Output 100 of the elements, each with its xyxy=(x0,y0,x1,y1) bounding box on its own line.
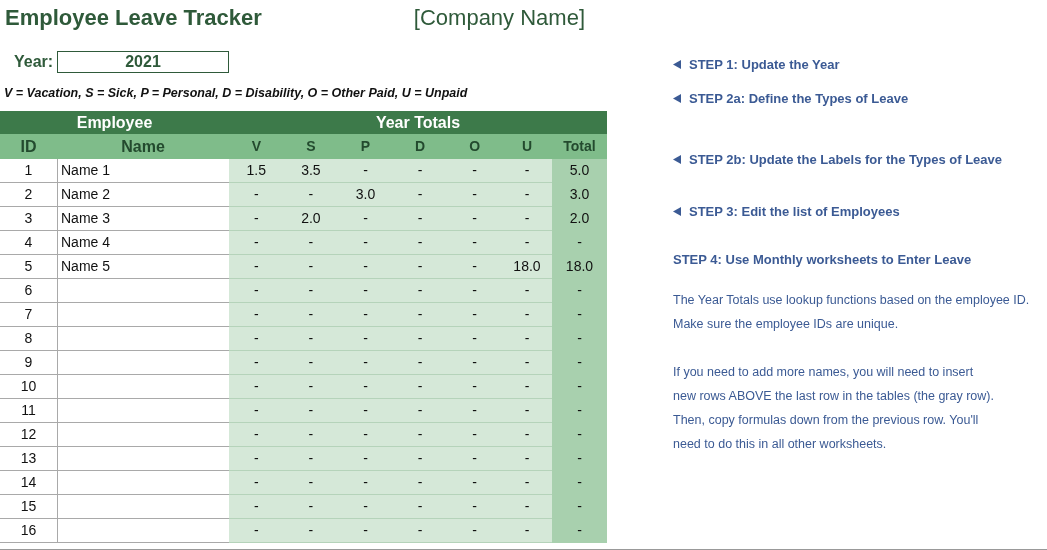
sheet-title: Employee Leave Tracker xyxy=(5,5,262,31)
table-cell: 2.0 xyxy=(283,207,339,231)
table-cell: - xyxy=(229,255,284,279)
table-cell: - xyxy=(283,399,339,423)
table-cell: 7 xyxy=(0,303,57,327)
table-cell: 9 xyxy=(0,351,57,375)
year-field[interactable]: 2021 xyxy=(57,51,229,73)
column-header: Total xyxy=(562,137,597,156)
table-cell: - xyxy=(229,351,284,375)
table-cell: - xyxy=(392,399,448,423)
table-cell: 2 xyxy=(0,183,57,207)
table-cell: 18.0 xyxy=(501,255,552,279)
table-cell: - xyxy=(447,279,502,303)
table-cell: - xyxy=(551,447,607,471)
table-cell: - xyxy=(447,375,502,399)
table-cell: - xyxy=(229,375,284,399)
table-cell: - xyxy=(229,471,284,495)
table-cell: 3.0 xyxy=(551,183,607,207)
table-cell: 6 xyxy=(0,279,57,303)
column-header: ID xyxy=(19,137,38,157)
step-instruction: STEP 2a: Define the Types of Leave xyxy=(689,90,909,106)
leave-legend: V = Vacation, S = Sick, P = Personal, D = Disability, O = Other Paid, U = Unpaid xyxy=(4,86,607,104)
table-cell: - xyxy=(551,495,607,519)
table-cell: - xyxy=(392,423,448,447)
table-cell: - xyxy=(283,447,339,471)
table-cell: - xyxy=(447,423,502,447)
table-cell: - xyxy=(447,159,502,183)
table-cell: - xyxy=(338,447,393,471)
table-cell: - xyxy=(338,255,393,279)
table-cell: - xyxy=(501,303,552,327)
table-cell: - xyxy=(338,327,393,351)
column-header: O xyxy=(468,137,482,156)
table-cell: - xyxy=(229,231,284,255)
table-cell: - xyxy=(283,183,339,207)
table-cell: - xyxy=(447,399,502,423)
note-text: new rows ABOVE the last row in the tables (the gray row). xyxy=(673,388,995,405)
group-header: Employee xyxy=(75,113,154,133)
table-cell: - xyxy=(229,399,284,423)
table-cell: 3 xyxy=(0,207,57,231)
table-cell: - xyxy=(551,399,607,423)
table-cell: 5 xyxy=(0,255,57,279)
table-cell: - xyxy=(283,279,339,303)
column-header: S xyxy=(305,137,317,156)
table-cell: - xyxy=(551,231,607,255)
table-cell: - xyxy=(501,447,552,471)
table-cell: - xyxy=(392,351,448,375)
table-cell: - xyxy=(501,207,552,231)
table-cell: 10 xyxy=(0,375,57,399)
table-cell: - xyxy=(447,471,502,495)
table-cell: - xyxy=(392,279,448,303)
table-cell: - xyxy=(229,279,284,303)
table-cell: - xyxy=(551,423,607,447)
table-cell: - xyxy=(501,231,552,255)
table-cell: - xyxy=(229,495,284,519)
year-label: Year: xyxy=(14,53,55,71)
table-cell: - xyxy=(501,495,552,519)
table-cell: - xyxy=(447,231,502,255)
table-cell: - xyxy=(447,327,502,351)
table-cell: 12 xyxy=(0,423,57,447)
table-cell: 5.0 xyxy=(551,159,607,183)
table-cell: - xyxy=(283,423,339,447)
table-cell: - xyxy=(229,183,284,207)
table-cell: - xyxy=(338,207,393,231)
table-cell: - xyxy=(338,423,393,447)
table-cell: - xyxy=(229,519,284,543)
table-cell: - xyxy=(283,231,339,255)
column-header: U xyxy=(520,137,534,156)
table-cell: - xyxy=(392,303,448,327)
table-cell: - xyxy=(229,423,284,447)
table-cell: - xyxy=(551,351,607,375)
table-cell: - xyxy=(447,495,502,519)
column-header: V xyxy=(250,137,262,156)
table-cell: - xyxy=(392,495,448,519)
table-cell: - xyxy=(392,255,448,279)
table-cell: 2.0 xyxy=(551,207,607,231)
step-instruction: STEP 1: Update the Year xyxy=(689,56,840,72)
column-header: P xyxy=(359,137,372,156)
table-cell: - xyxy=(392,159,448,183)
table-cell: 1.5 xyxy=(229,159,284,183)
step-instruction: STEP 2b: Update the Labels for the Types of Leave xyxy=(689,151,1003,167)
table-cell: - xyxy=(283,351,339,375)
table-cell: - xyxy=(283,471,339,495)
table-cell: - xyxy=(338,351,393,375)
table-cell: - xyxy=(229,207,284,231)
table-cell: 3.0 xyxy=(338,183,393,207)
table-cell: - xyxy=(501,159,552,183)
table-cell: - xyxy=(338,495,393,519)
table-cell: - xyxy=(501,519,552,543)
table-cell: - xyxy=(392,207,448,231)
table-cell: 8 xyxy=(0,327,57,351)
table-cell: - xyxy=(392,447,448,471)
table-cell: - xyxy=(447,207,502,231)
group-header: Year Totals xyxy=(374,113,462,133)
company-name: [Company Name] xyxy=(413,5,585,31)
table-cell: 3.5 xyxy=(283,159,339,183)
note-text: need to do this in all other worksheets. xyxy=(673,436,888,453)
note-text: Then, copy formulas down from the previous row. You'll xyxy=(673,412,980,429)
column-header: Name xyxy=(120,137,166,157)
table-cell: - xyxy=(392,375,448,399)
table-cell: - xyxy=(392,231,448,255)
